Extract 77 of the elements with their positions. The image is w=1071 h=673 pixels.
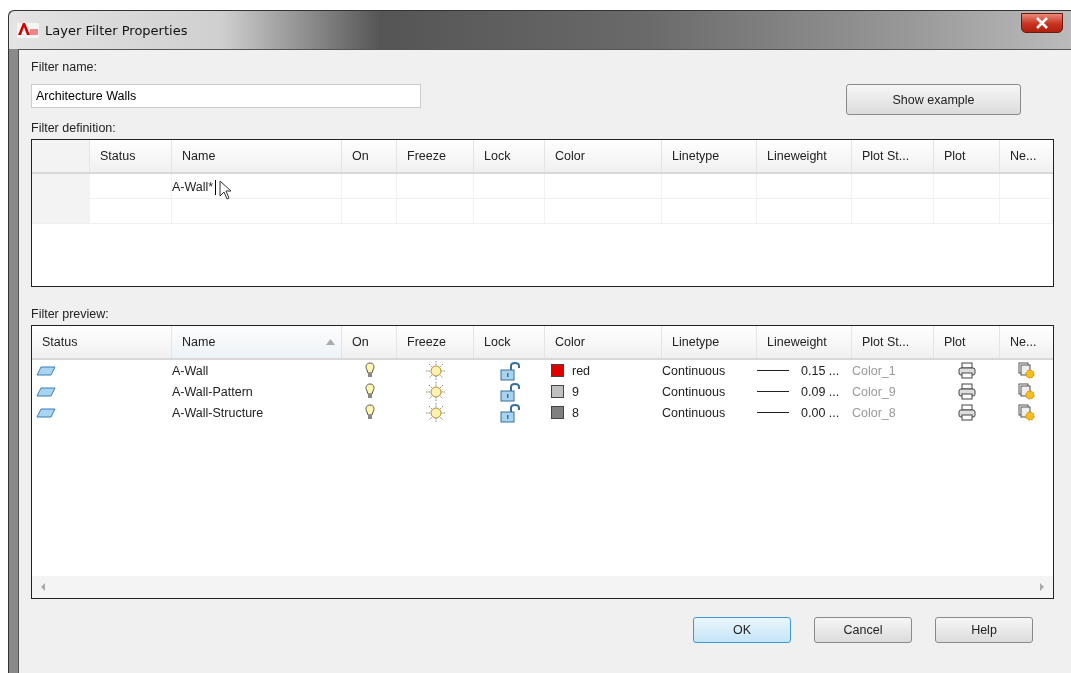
column-header[interactable]: Lock	[474, 326, 545, 358]
lineweight-value[interactable]: 0.09 ...	[801, 384, 840, 399]
filter-name-cell[interactable]: A-Wall*	[172, 180, 214, 194]
linetype[interactable]: Continuous	[662, 363, 726, 378]
layer-name[interactable]: A-Wall-Structure	[172, 405, 264, 420]
lineweight-line	[757, 391, 789, 392]
color-name[interactable]: 8	[572, 405, 579, 420]
column-header[interactable]: Plot St...	[852, 326, 934, 358]
row-header-cell[interactable]	[32, 174, 90, 200]
lineweight-line	[757, 412, 789, 413]
lineweight-value[interactable]: 0.15 ...	[801, 363, 840, 378]
column-header[interactable]: Freeze	[407, 149, 446, 163]
column-header[interactable]: Status	[100, 149, 136, 163]
column-header[interactable]: Plot	[934, 326, 1000, 358]
plot-style: Color_9	[852, 384, 896, 399]
scroll-left-icon[interactable]	[40, 583, 46, 591]
layer-icon	[36, 365, 56, 376]
horizontal-scrollbar[interactable]	[32, 576, 1053, 598]
filter-name-field[interactable]: Architecture Walls	[31, 83, 421, 108]
column-header[interactable]: Plot St...	[862, 149, 910, 163]
dialog-button[interactable]: Help	[935, 617, 1033, 643]
column-header[interactable]: On	[352, 149, 369, 163]
close-icon	[1035, 17, 1049, 29]
app-logo-icon	[17, 21, 39, 39]
plot-style: Color_1	[852, 363, 896, 378]
scroll-right-icon[interactable]	[1039, 583, 1045, 591]
layer-name[interactable]: A-Wall	[172, 363, 209, 378]
padlock-icon[interactable]	[498, 360, 521, 381]
padlock-icon[interactable]	[498, 381, 521, 402]
layer-icon	[36, 407, 56, 418]
column-header[interactable]: Ne...	[1010, 149, 1037, 163]
dialog-button[interactable]: Cancel	[814, 617, 912, 643]
sort-arrow-icon	[326, 339, 335, 345]
column-header[interactable]: Freeze	[397, 326, 474, 358]
viewport-sun-icon[interactable]	[1017, 382, 1036, 401]
row-header-cell[interactable]	[32, 199, 90, 223]
column-header[interactable]: Name	[182, 149, 216, 163]
printer-icon[interactable]	[958, 404, 976, 421]
lineweight-value[interactable]: 0.00 ...	[801, 405, 840, 420]
viewport-sun-icon[interactable]	[1017, 403, 1036, 422]
column-header[interactable]: Linetype	[662, 326, 757, 358]
viewport-sun-icon[interactable]	[1017, 361, 1036, 380]
lightbulb-icon[interactable]	[364, 362, 375, 379]
dialog-button[interactable]: OK	[693, 617, 791, 643]
filter-name-label: Filter name:	[31, 60, 97, 74]
window-title: Layer Filter Properties	[45, 22, 188, 38]
column-header[interactable]: Name	[172, 326, 342, 358]
column-header[interactable]: Plot	[944, 149, 966, 163]
column-header[interactable]: On	[342, 326, 397, 358]
show-example-button[interactable]: Show example	[846, 84, 1021, 115]
linetype[interactable]: Continuous	[662, 405, 726, 420]
sun-icon[interactable]	[425, 360, 446, 381]
column-header[interactable]: Lineweight	[757, 326, 852, 358]
plot-style: Color_8	[852, 405, 896, 420]
mouse-pointer-icon	[219, 180, 234, 200]
lineweight-line	[757, 370, 789, 371]
column-header[interactable]: Color	[545, 326, 662, 358]
column-header[interactable]: Linetype	[672, 149, 720, 163]
padlock-icon[interactable]	[498, 402, 521, 423]
printer-icon[interactable]	[958, 383, 976, 400]
lightbulb-icon[interactable]	[364, 383, 375, 400]
color-name[interactable]: 9	[572, 384, 579, 399]
column-header[interactable]: Ne...	[1000, 326, 1053, 358]
column-header[interactable]: Color	[555, 149, 585, 163]
color-name[interactable]: red	[572, 363, 591, 378]
layer-icon	[36, 386, 56, 397]
column-header[interactable]: Lock	[484, 149, 511, 163]
close-button[interactable]	[1021, 13, 1063, 33]
lightbulb-icon[interactable]	[364, 404, 375, 421]
sun-icon[interactable]	[425, 402, 446, 423]
layer-name[interactable]: A-Wall-Pattern	[172, 384, 253, 399]
linetype[interactable]: Continuous	[662, 384, 726, 399]
sun-icon[interactable]	[425, 381, 446, 402]
column-header[interactable]: Lineweight	[767, 149, 827, 163]
printer-icon[interactable]	[958, 362, 976, 379]
filter-preview-label: Filter preview:	[31, 307, 109, 321]
filter-definition-label: Filter definition:	[31, 121, 116, 135]
